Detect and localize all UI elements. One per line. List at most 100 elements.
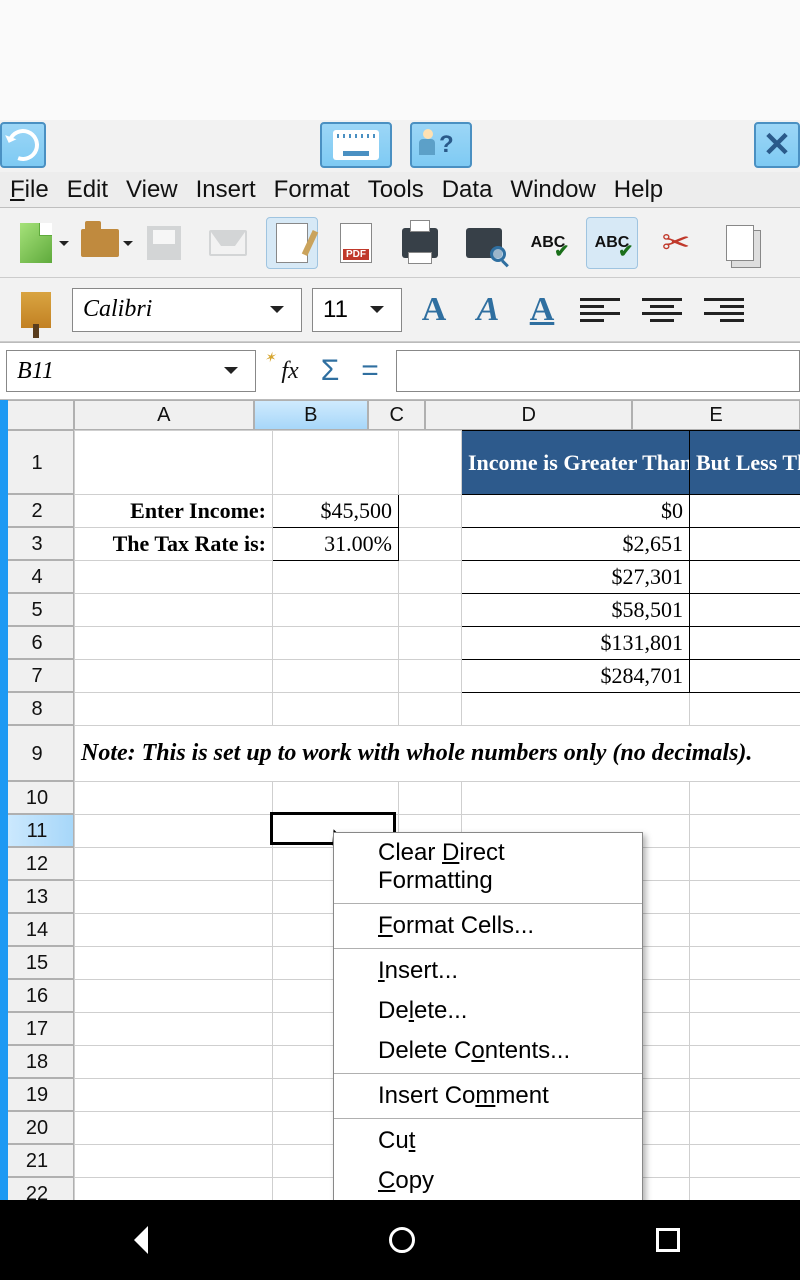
cell-A19[interactable] [75,1079,273,1112]
new-document-button[interactable] [10,217,62,269]
close-button[interactable]: ✕ [754,122,800,168]
row-header-13[interactable]: 13 [0,880,74,913]
cell-C8[interactable] [399,693,462,726]
cell-B6[interactable] [273,627,399,660]
cell-A1[interactable] [75,431,273,495]
row-header-5[interactable]: 5 [0,593,74,626]
nav-home-button[interactable] [389,1227,415,1253]
row-header-6[interactable]: 6 [0,626,74,659]
cut-button[interactable]: ✂ [650,217,702,269]
cell-E2[interactable]: $ [690,495,800,528]
menu-insert[interactable]: Insert [196,172,256,207]
keyboard-button[interactable] [320,122,392,168]
cell-C3[interactable] [399,528,462,561]
cell-E19[interactable] [690,1079,800,1112]
cell-A2[interactable]: Enter Income: [75,495,273,528]
cell-A6[interactable] [75,627,273,660]
cell-E8[interactable] [690,693,800,726]
cell-A15[interactable] [75,947,273,980]
row-header-8[interactable]: 8 [0,692,74,725]
export-pdf-button[interactable] [330,217,382,269]
cell-E4[interactable]: $5 [690,561,800,594]
cell-B10[interactable] [273,782,399,815]
cell-A4[interactable] [75,561,273,594]
underline-button[interactable]: A [520,288,564,332]
auto-spellcheck-button[interactable]: ABC [586,217,638,269]
cell-E22[interactable] [690,1178,800,1201]
cell-E3[interactable]: $2 [690,528,800,561]
font-size-select[interactable]: 11 [312,288,402,332]
cell-C10[interactable] [399,782,462,815]
column-header-A[interactable]: A [74,400,254,430]
row-headers[interactable]: 1234567891011121314151617181920212223 [0,430,74,1200]
menu-tools[interactable]: Tools [368,172,424,207]
cell-E5[interactable]: $13 [690,594,800,627]
row-header-17[interactable]: 17 [0,1012,74,1045]
nav-recent-button[interactable] [656,1228,680,1252]
cell-E15[interactable] [690,947,800,980]
cell-D2[interactable]: $0 [462,495,690,528]
row-header-16[interactable]: 16 [0,979,74,1012]
cell-E11[interactable] [690,815,800,848]
copy-button[interactable] [714,217,766,269]
cell-D8[interactable] [462,693,690,726]
cell-A10[interactable] [75,782,273,815]
bold-button[interactable]: A [412,288,456,332]
row-header-22[interactable]: 22 [0,1177,74,1200]
cell-C1[interactable] [399,431,462,495]
cell-A11[interactable] [75,815,273,848]
cell-E18[interactable] [690,1046,800,1079]
nav-back-button[interactable] [120,1226,148,1254]
cell-E14[interactable] [690,914,800,947]
row-header-20[interactable]: 20 [0,1111,74,1144]
cell-A13[interactable] [75,881,273,914]
cell-E10[interactable] [690,782,800,815]
italic-button[interactable]: A [466,288,510,332]
menu-data[interactable]: Data [442,172,493,207]
cell-A22[interactable] [75,1178,273,1201]
font-name-select[interactable]: Calibri [72,288,302,332]
formula-button[interactable]: = [350,354,390,388]
cell-E21[interactable] [690,1145,800,1178]
cell-C4[interactable] [399,561,462,594]
menu-format[interactable]: Format [274,172,350,207]
cell-E12[interactable] [690,848,800,881]
cell-D10[interactable] [462,782,690,815]
cell-E16[interactable] [690,980,800,1013]
spellcheck-button[interactable]: ABC [522,217,574,269]
cell-A3[interactable]: The Tax Rate is: [75,528,273,561]
cell-E1[interactable]: But Less Than or Equal To [690,431,800,495]
function-wizard-button[interactable]: fx [270,358,310,385]
cell-B2[interactable]: $45,500 [273,495,399,528]
cell-A20[interactable] [75,1112,273,1145]
cell-C7[interactable] [399,660,462,693]
cell-A7[interactable] [75,660,273,693]
row-header-11[interactable]: 11 [0,814,74,847]
edit-mode-button[interactable] [266,217,318,269]
cell-E13[interactable] [690,881,800,914]
cell-A5[interactable] [75,594,273,627]
select-all-corner[interactable] [0,400,74,430]
column-header-B[interactable]: B [254,400,368,430]
cell-B3[interactable]: 31.00% [273,528,399,561]
align-left-button[interactable] [574,284,626,336]
ctx-insert[interactable]: Insert... [334,951,642,991]
cell-A8[interactable] [75,693,273,726]
cell-E7[interactable] [690,660,800,693]
row-header-2[interactable]: 2 [0,494,74,527]
row-header-19[interactable]: 19 [0,1078,74,1111]
row-header-21[interactable]: 21 [0,1144,74,1177]
ctx-delete[interactable]: Delete... [334,991,642,1031]
format-paintbrush-button[interactable] [10,284,62,336]
cell-C5[interactable] [399,594,462,627]
cell-B8[interactable] [273,693,399,726]
cell-E17[interactable] [690,1013,800,1046]
refresh-button[interactable] [0,122,46,168]
cell-reference-box[interactable]: B11 [6,350,256,392]
cell-B1[interactable] [273,431,399,495]
menu-edit[interactable]: Edit [67,172,108,207]
ctx-delete-contents[interactable]: Delete Contents... [334,1031,642,1071]
row-header-1[interactable]: 1 [0,430,74,494]
row-header-3[interactable]: 3 [0,527,74,560]
column-headers[interactable]: ABCDE [74,400,800,430]
